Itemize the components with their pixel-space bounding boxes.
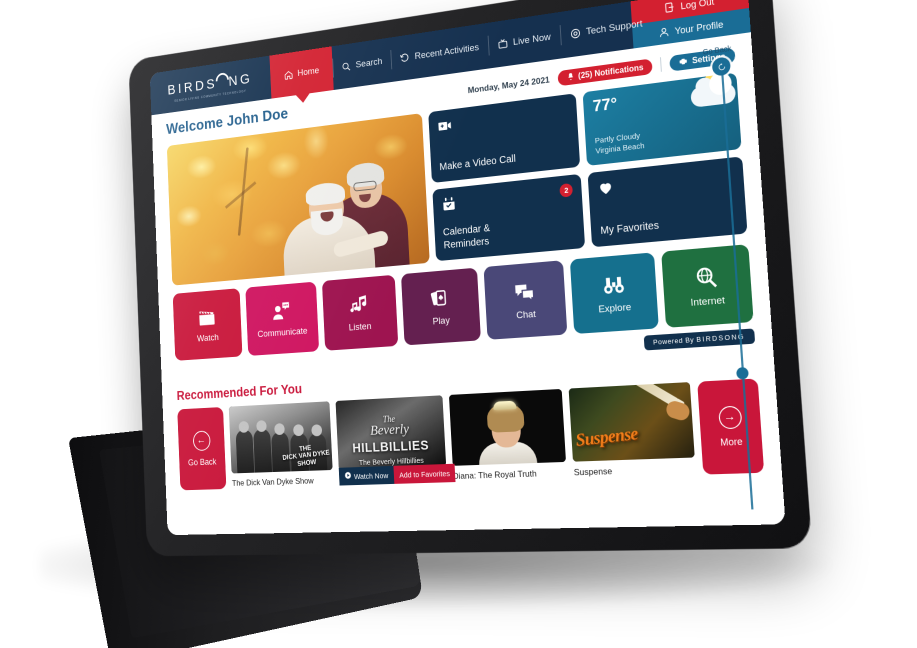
more-label: More [719,436,743,448]
logout-label: Log Out [680,0,715,12]
category-listen[interactable]: Listen [321,274,399,351]
header-divider [660,57,663,72]
calendar-reminders-label: Calendar & Reminders [442,223,491,251]
recommended-card-beverly-hillbillies[interactable]: The Beverly HILLBILLIES The Beverly Hill… [335,395,456,486]
senior-couple-photo [269,145,424,276]
lifebuoy-icon [570,27,582,40]
category-communicate-label: Communicate [257,325,308,340]
recommended-title: The Dick Van Dyke Show [231,475,314,488]
bell-icon [566,72,574,81]
more-button[interactable]: → More [697,378,765,475]
diana-art [448,388,567,466]
broadcast-icon [497,37,508,49]
heart-icon [597,179,614,197]
history-icon [400,52,410,64]
dick-van-dyke-art: THE DICK VAN DYKE SHOW [228,401,333,474]
category-internet-label: Internet [690,294,726,309]
category-communicate[interactable]: Communicate [245,281,319,356]
person-chat-icon [272,300,292,323]
calendar-reminders-tile[interactable]: 2 Calendar & Reminders [432,173,586,262]
logout-icon [664,1,676,14]
powered-by-prefix: Powered By [652,336,695,347]
category-explore-label: Explore [598,301,632,316]
calendar-badge: 2 [559,182,574,198]
your-profile-label: Your Profile [674,18,724,36]
search-icon [341,60,351,72]
tablet-screen: BIRDS NG SENIOR LIVING COMMUNITY TECHNOLO… [149,0,786,536]
recommended-card-dick-van-dyke[interactable]: THE DICK VAN DYKE SHOW The Dick Van Dyke… [228,401,333,488]
category-explore[interactable]: Explore [570,252,659,334]
clapperboard-icon [198,306,217,328]
nav-item-recent-activities-label: Recent Activities [414,41,480,62]
app-viewport: BIRDS NG SENIOR LIVING COMMUNITY TECHNOLO… [149,0,786,536]
notifications-button[interactable]: (25) Notifications [556,57,654,86]
playing-cards-icon [429,287,451,311]
suspense-art: Suspense [568,382,695,462]
recommended-card-diana[interactable]: Diana: The Royal Truth [448,388,567,482]
logo-line-2: Beverly [369,421,410,439]
recommended-title: Diana: The Royal Truth [452,468,537,482]
weather-details: Partly Cloudy Virginia Beach [595,120,732,157]
add-to-favorites-label: Add to Favorites [398,468,451,480]
diana-tiara [493,400,517,411]
go-back-button[interactable]: ← Go Back [177,406,227,491]
settings-label: Settings [691,51,726,66]
category-watch-label: Watch [196,331,219,344]
magnifier-globe-icon [694,265,719,290]
nav-item-live-now[interactable]: Live Now [487,12,562,68]
hand [664,398,692,423]
notifications-label: (25) Notifications [577,62,644,81]
video-camera-icon [437,117,453,135]
calendar-check-icon [441,195,457,212]
watch-now-button[interactable]: Watch Now [338,465,395,486]
nav-item-home-label: Home [297,64,320,79]
my-favorites-label: My Favorites [600,219,660,237]
home-icon [284,69,294,81]
category-play-label: Play [432,314,451,327]
watch-now-label: Watch Now [353,470,389,481]
show-logo: Suspense [574,423,640,451]
nav-item-search[interactable]: Search [332,38,392,90]
make-video-call-label: Make a Video Call [439,153,517,173]
card-actions: Watch Now Add to Favorites [338,463,456,486]
play-circle-icon [344,471,352,481]
thumbnail: THE DICK VAN DYKE SHOW [228,401,333,474]
thumbnail [448,388,567,466]
brand-name-part2: NG [228,69,253,90]
add-to-favorites-button[interactable]: Add to Favorites [393,463,456,484]
nav-item-home[interactable]: Home [269,46,335,99]
settings-button[interactable]: Settings [669,46,736,72]
category-internet[interactable]: Internet [660,244,754,328]
music-notes-icon [349,293,370,316]
recommended-card-suspense[interactable]: Suspense Suspense [568,382,696,478]
binoculars-icon [601,272,625,297]
category-play[interactable]: Play [400,267,482,346]
gear-icon [679,57,688,66]
my-favorites-tile[interactable]: My Favorites [587,156,748,248]
thumbnail: The Beverly HILLBILLIES The Beverly Hill… [335,395,446,470]
powered-by-brand: BIRDSONG [696,332,746,344]
cloud-icon [690,82,737,108]
chat-bubbles-icon [513,280,536,304]
thumbnail: Suspense [568,382,695,462]
category-chat-label: Chat [515,308,537,321]
arrow-left-circle-icon: ← [192,430,211,452]
category-chat[interactable]: Chat [483,260,568,340]
recommended-title: Suspense [573,465,613,478]
category-listen-label: Listen [348,320,372,333]
arrow-right-circle-icon: → [717,405,742,430]
current-date: Monday, May 24 2021 [467,74,550,96]
scene: BIRDS NG SENIOR LIVING COMMUNITY TECHNOLO… [0,0,917,648]
nav-item-search-label: Search [355,55,383,71]
go-back-label: Go Back [187,456,217,468]
nav-item-live-now-label: Live Now [512,31,552,48]
user-icon [658,26,670,39]
sun-cloud-icon [679,72,742,118]
category-watch[interactable]: Watch [172,288,243,361]
logo-line-3: HILLBILLIES [352,436,430,455]
nav-item-tech-support-label: Tech Support [585,17,643,38]
